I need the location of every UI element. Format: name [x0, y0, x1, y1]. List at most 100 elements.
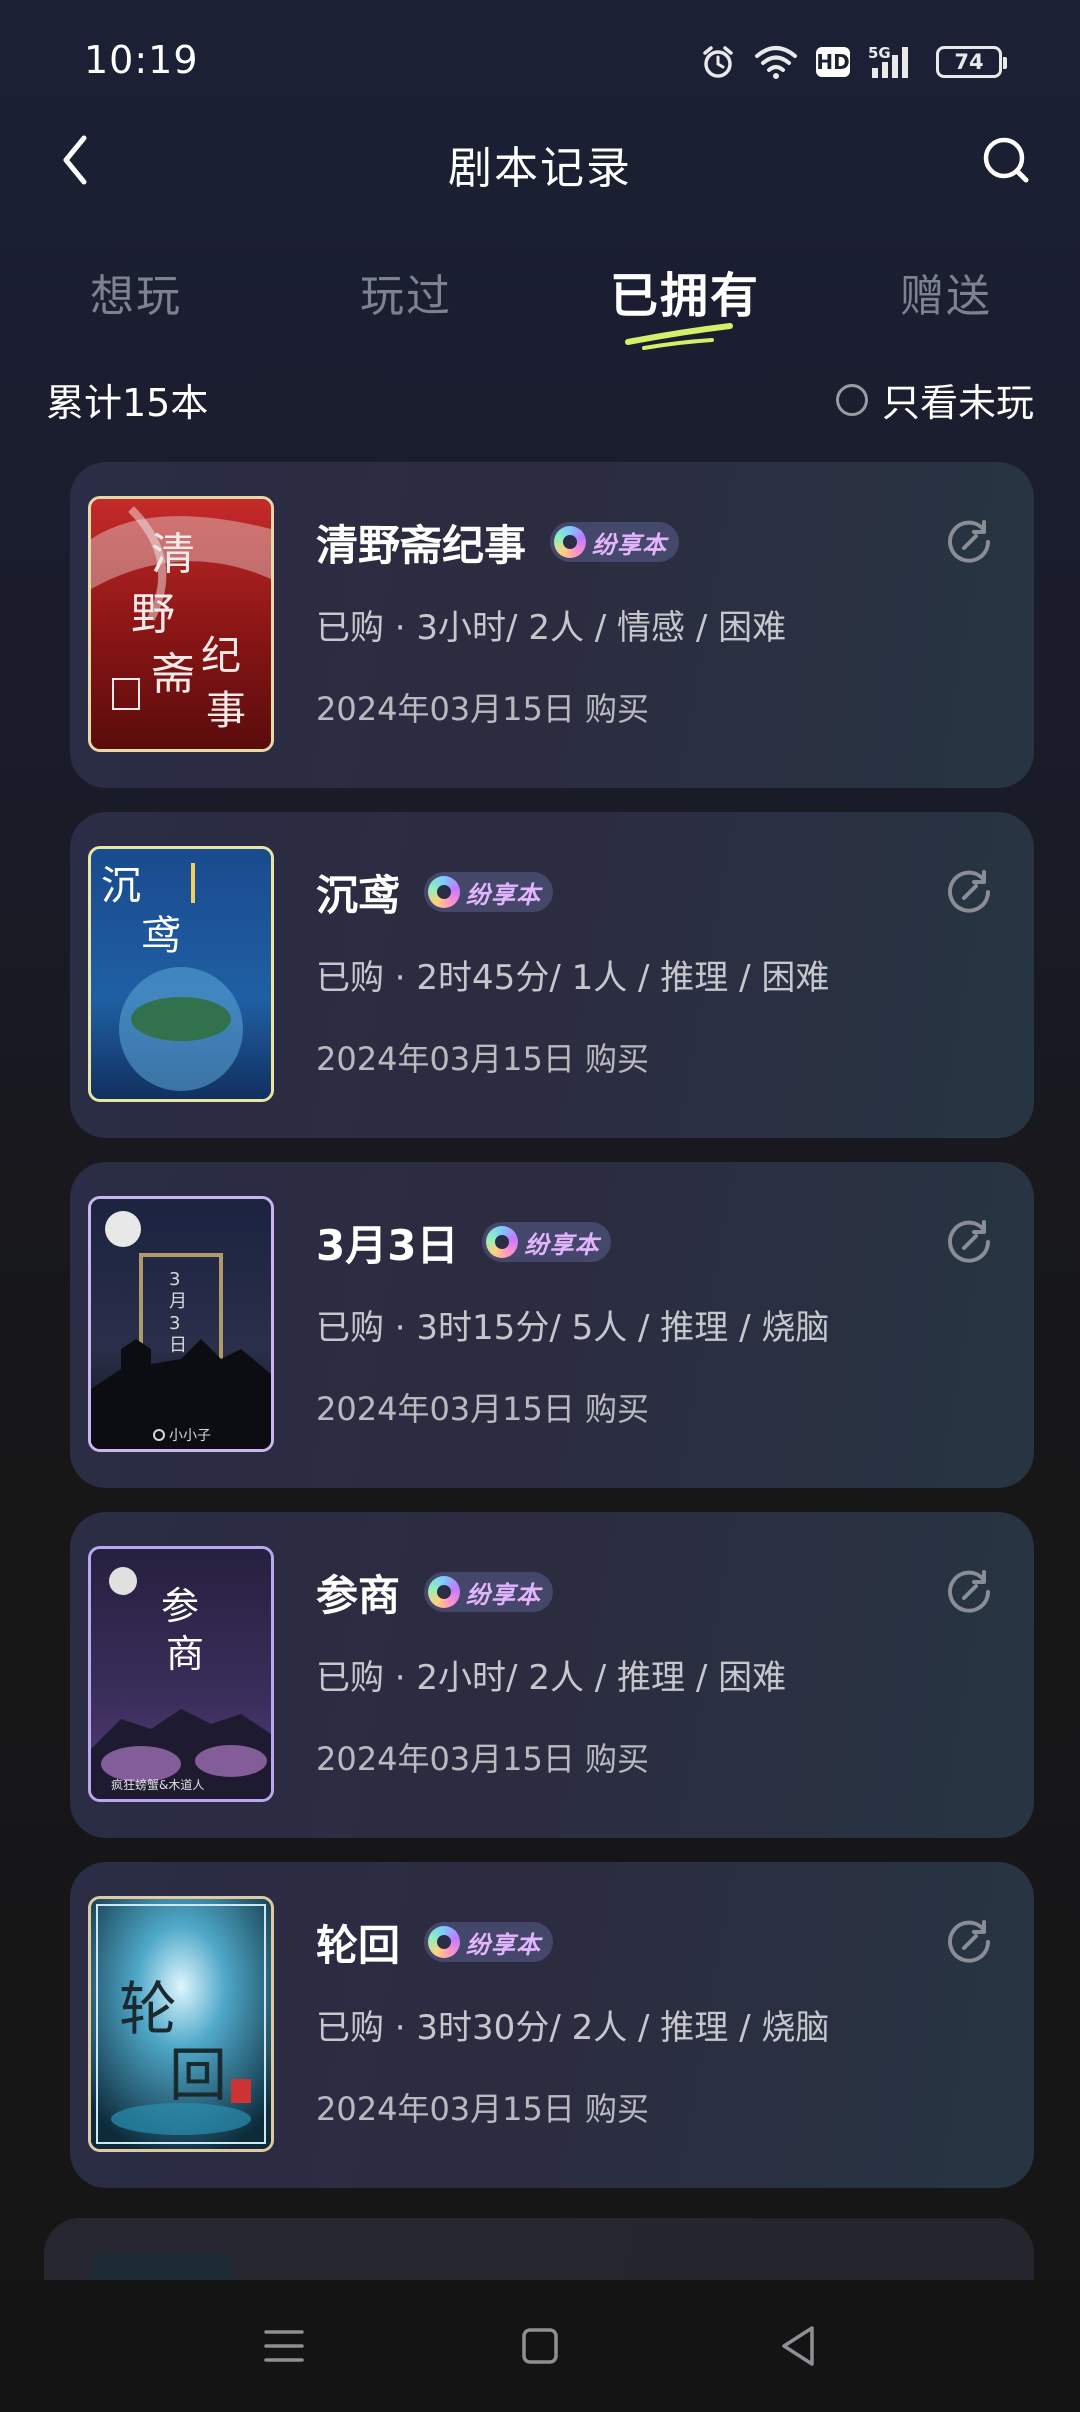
tab-bar: 想玩 玩过 已拥有 赠送 — [0, 250, 1080, 350]
script-title: 轮回 — [316, 1920, 401, 1970]
script-meta: 已购 · 3时30分/ 2人 / 推理 / 烧脑 — [316, 2008, 830, 2048]
badge-icon — [486, 1226, 519, 1258]
badge-icon — [428, 1926, 461, 1958]
script-card[interactable]: 清 野 斋 纪 事 清野斋纪事 纷享本 已购 · 3小时/ 2人 / 情感 / … — [70, 462, 1034, 788]
script-meta: 已购 · 3小时/ 2人 / 情感 / 困难 — [316, 608, 787, 648]
script-title: 参商 — [316, 1570, 401, 1620]
title-row: 沉鸢 纷享本 — [316, 866, 554, 920]
svg-text:鸢: 鸢 — [141, 913, 181, 959]
alarm-icon — [703, 46, 733, 78]
script-card[interactable]: 沉 鸢 沉鸢 纷享本 已购 · 2时45分/ 1人 / 推理 / 困难 2024… — [70, 812, 1034, 1138]
svg-text:清: 清 — [151, 529, 195, 580]
script-cover: 轮 回 — [88, 1896, 274, 2152]
radio-icon — [835, 383, 868, 416]
svg-text:5G: 5G — [868, 44, 891, 62]
back-triangle-icon — [782, 2326, 814, 2366]
status-time: 10:19 — [84, 38, 199, 82]
title-row: 清野斋纪事 纷享本 — [316, 516, 680, 570]
refresh-button[interactable] — [942, 864, 998, 920]
menu-button[interactable] — [252, 2314, 316, 2378]
svg-text:小小子: 小小子 — [169, 1428, 211, 1444]
title-row: 3月3日 纷享本 — [316, 1216, 612, 1270]
title-row: 参商 纷享本 — [316, 1566, 554, 1620]
svg-text:疯狂螃蟹&木道人: 疯狂螃蟹&木道人 — [111, 1777, 204, 1792]
badge-label: 纷享本 — [466, 1580, 542, 1609]
page-title: 剧本记录 — [448, 143, 632, 194]
badge-label: 纷享本 — [524, 1230, 600, 1259]
cellular-signal-icon: 5G — [868, 44, 908, 78]
refresh-button[interactable] — [942, 1214, 998, 1270]
script-meta: 已购 · 3时15分/ 5人 / 推理 / 烧脑 — [316, 1308, 830, 1348]
refresh-button[interactable] — [942, 1914, 998, 1970]
battery-indicator: 74 — [936, 46, 1007, 78]
status-bar: 10:19 HD 5G 74 — [0, 0, 1080, 120]
script-meta: 已购 · 2小时/ 2人 / 推理 / 困难 — [316, 1658, 787, 1698]
refresh-icon — [948, 870, 990, 913]
script-card[interactable]: 参 商 疯狂螃蟹&木道人 参商 纷享本 已购 · 2小时/ 2人 / 推理 / … — [70, 1512, 1034, 1838]
system-nav-bar — [0, 2280, 1080, 2412]
svg-text:3: 3 — [169, 1313, 180, 1334]
script-cover: 清 野 斋 纪 事 — [88, 496, 274, 752]
badge-label: 纷享本 — [592, 530, 668, 559]
wifi-icon — [755, 46, 797, 79]
search-button[interactable] — [966, 120, 1046, 200]
script-card[interactable]: 3 月 3 日 小小子 3月3日 纷享本 已购 · 3时15分/ 5人 / 推理… — [70, 1162, 1034, 1488]
svg-text:回: 回 — [169, 2041, 227, 2109]
badge-icon — [428, 876, 461, 908]
nav-back-button[interactable] — [766, 2314, 830, 2378]
home-square-icon — [522, 2328, 558, 2364]
svg-text:日: 日 — [169, 1335, 187, 1356]
tab-want-to-play[interactable]: 想玩 — [90, 260, 182, 324]
svg-text:沉: 沉 — [101, 863, 141, 909]
script-title: 沉鸢 — [316, 870, 401, 920]
shared-badge: 纷享本 — [424, 872, 554, 912]
refresh-icon — [948, 1570, 990, 1613]
tab-played[interactable]: 玩过 — [360, 260, 452, 324]
badge-icon — [554, 526, 587, 558]
purchase-date: 2024年03月15日 购买 — [316, 1390, 650, 1428]
purchase-date: 2024年03月15日 购买 — [316, 1040, 650, 1078]
filter-label: 只看未玩 — [881, 381, 1034, 425]
svg-text:纪: 纪 — [201, 633, 241, 679]
purchase-date: 2024年03月15日 购买 — [316, 1740, 650, 1778]
total-count: 累计15本 — [46, 381, 209, 425]
svg-text:参: 参 — [161, 1584, 199, 1628]
purchase-date: 2024年03月15日 购买 — [316, 690, 650, 728]
refresh-icon — [948, 1920, 990, 1963]
home-button[interactable] — [508, 2314, 572, 2378]
svg-text:月: 月 — [169, 1291, 187, 1312]
shared-badge: 纷享本 — [550, 522, 680, 562]
status-icons: HD 5G 74 — [700, 40, 1007, 84]
badge-label: 纷享本 — [466, 1930, 542, 1959]
purchase-date: 2024年03月15日 购买 — [316, 2090, 650, 2128]
script-meta: 已购 · 2时45分/ 1人 / 推理 / 困难 — [316, 958, 830, 998]
shared-badge: 纷享本 — [424, 1922, 554, 1962]
active-tab-underline — [625, 323, 733, 350]
script-card[interactable]: 轮 回 轮回 纷享本 已购 · 3时30分/ 2人 / 推理 / 烧脑 2024… — [70, 1862, 1034, 2188]
shared-badge: 纷享本 — [482, 1222, 612, 1262]
refresh-icon — [948, 1220, 990, 1263]
search-icon — [983, 137, 1029, 183]
unplayed-filter-toggle[interactable]: 只看未玩 — [835, 372, 1034, 427]
svg-text:3: 3 — [169, 1269, 180, 1290]
refresh-icon — [948, 520, 990, 563]
menu-icon — [264, 2330, 304, 2362]
script-cover: 参 商 疯狂螃蟹&木道人 — [88, 1546, 274, 1802]
svg-text:斋: 斋 — [151, 649, 195, 700]
hd-badge: HD — [816, 47, 850, 77]
refresh-button[interactable] — [942, 1564, 998, 1620]
script-cover: 沉 鸢 — [88, 846, 274, 1102]
svg-text:野: 野 — [131, 589, 175, 640]
svg-text:事: 事 — [206, 688, 246, 734]
script-title: 3月3日 — [316, 1220, 459, 1270]
tab-gifted[interactable]: 赠送 — [900, 260, 992, 324]
script-title: 清野斋纪事 — [316, 520, 527, 570]
badge-icon — [428, 1576, 461, 1608]
badge-label: 纷享本 — [466, 880, 542, 909]
refresh-button[interactable] — [942, 514, 998, 570]
script-cover: 3 月 3 日 小小子 — [88, 1196, 274, 1452]
title-row: 轮回 纷享本 — [316, 1916, 554, 1970]
svg-text:商: 商 — [166, 1632, 204, 1676]
shared-badge: 纷享本 — [424, 1572, 554, 1612]
svg-text:轮: 轮 — [119, 1975, 177, 2043]
